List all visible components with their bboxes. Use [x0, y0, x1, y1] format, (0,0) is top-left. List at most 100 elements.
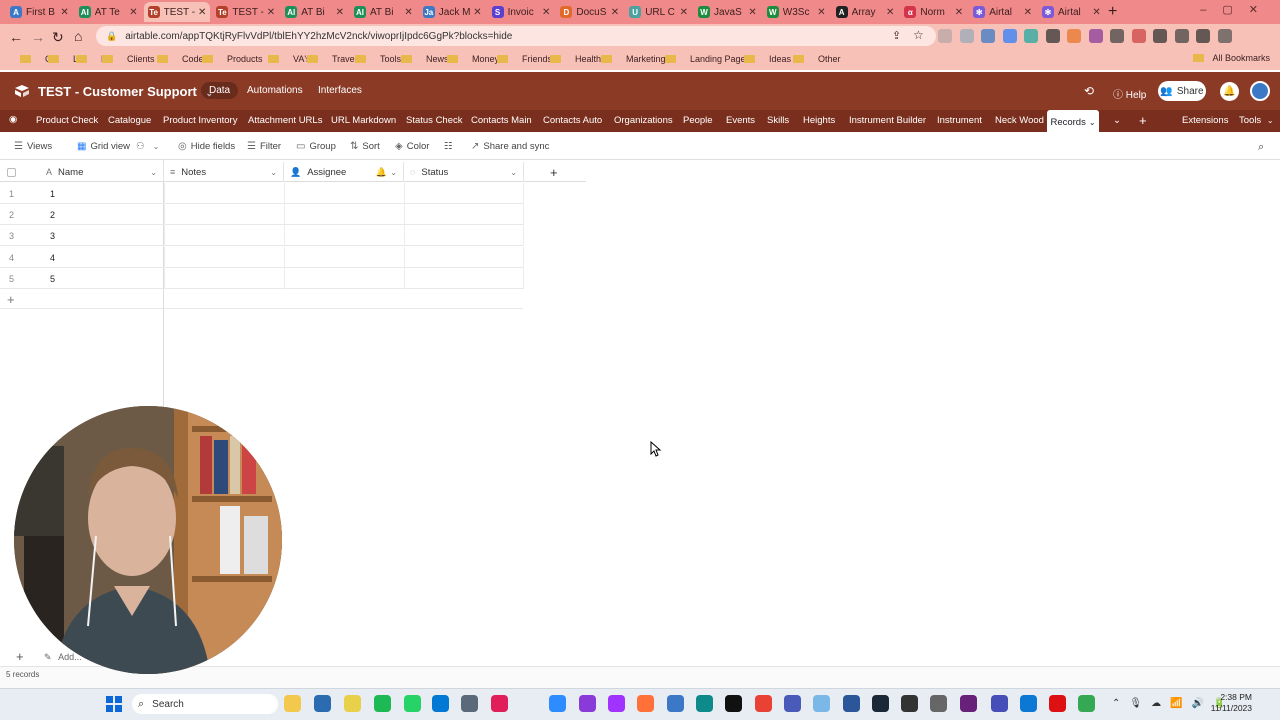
- table-tab[interactable]: Product Check: [36, 115, 98, 126]
- browser-extension-icon[interactable]: [1045, 29, 1060, 43]
- cloud-app-icon[interactable]: [813, 695, 830, 712]
- column-header-notes[interactable]: ≡ Notes ⌄: [164, 162, 284, 182]
- notifications-bell-icon[interactable]: 🔔: [1220, 82, 1239, 101]
- bookmark-folder[interactable]: Landing Pages: [665, 54, 750, 64]
- table-row[interactable]: 44: [0, 246, 524, 268]
- close-tab-icon[interactable]: ✕: [404, 7, 412, 18]
- table-tab[interactable]: People: [683, 115, 713, 126]
- nav-automations[interactable]: Automations: [247, 85, 303, 96]
- bookmark-folder[interactable]: Travel: [307, 54, 357, 64]
- browser-extension-icon[interactable]: [1110, 29, 1124, 43]
- spotify-icon[interactable]: [374, 695, 391, 712]
- window-controls[interactable]: –▢✕: [1200, 3, 1274, 16]
- bookmark-folder[interactable]: Money: [447, 54, 499, 64]
- vpn-shield-icon[interactable]: [930, 695, 947, 712]
- whatsapp-icon[interactable]: [404, 695, 421, 712]
- browser-extension-icon[interactable]: [1174, 29, 1189, 43]
- more-tables-chevron-icon[interactable]: ⌄: [1113, 115, 1121, 126]
- grid-view-switcher[interactable]: ▦ Grid view ⚇ ⌄: [77, 141, 159, 152]
- bookmark-folder[interactable]: Ideas: [744, 54, 791, 64]
- browser-tab[interactable]: U URL C ✕: [625, 2, 692, 22]
- close-tab-icon[interactable]: ✕: [1024, 7, 1032, 18]
- table-tab[interactable]: Instrument Builder: [849, 115, 926, 126]
- browser-extension-icon[interactable]: [1067, 29, 1081, 43]
- bookmark-folder[interactable]: Clients: [102, 54, 155, 64]
- browser-extension-icon[interactable]: [1131, 29, 1146, 43]
- podcast-icon[interactable]: [579, 695, 596, 712]
- nav-data[interactable]: Data: [201, 82, 239, 99]
- bookmark-folder[interactable]: Products: [202, 54, 263, 64]
- name-cell[interactable]: 1: [50, 189, 55, 199]
- address-bar[interactable]: 🔒 airtable.com/appTQKtjRyFlvVdPl/tblEhYY…: [96, 26, 936, 46]
- firefox-icon[interactable]: [637, 695, 654, 712]
- close-tab-icon[interactable]: ✕: [611, 7, 619, 18]
- zoom-icon[interactable]: [549, 695, 566, 712]
- browser-extension-icon[interactable]: [1002, 29, 1017, 43]
- windows-start-icon[interactable]: [106, 696, 122, 712]
- browser-tab[interactable]: AI AT Bi ✕: [350, 2, 417, 22]
- browser-extension-icon[interactable]: [959, 29, 974, 43]
- table-tab[interactable]: Neck Wood: [995, 115, 1044, 126]
- column-header-status[interactable]: ◌ Status ⌄: [404, 162, 524, 182]
- back-icon[interactable]: ←: [9, 29, 23, 45]
- bookmark-folder[interactable]: Health: [550, 54, 601, 64]
- browser-extension-icon[interactable]: [1217, 29, 1232, 43]
- browser-extension-icon[interactable]: [938, 29, 952, 43]
- group-button[interactable]: ▭ Group: [296, 141, 336, 152]
- extensions-button[interactable]: Extensions: [1182, 115, 1228, 126]
- browser-tab[interactable]: Te TEST - ✕: [143, 2, 211, 22]
- sticky-notes-icon[interactable]: [344, 695, 361, 712]
- close-tab-icon[interactable]: ✕: [129, 7, 137, 18]
- word-icon[interactable]: [843, 695, 860, 712]
- hide-fields-button[interactable]: ◎ Hide fields: [178, 141, 235, 152]
- name-cell[interactable]: 3: [50, 231, 55, 241]
- chrome-icon[interactable]: [755, 695, 772, 712]
- share-and-sync-button[interactable]: ↗ Share and sync: [471, 141, 549, 152]
- browser-extension-icon[interactable]: [1196, 29, 1210, 43]
- browser-tab[interactable]: α Norm ✕: [900, 2, 967, 22]
- taskbar-search[interactable]: ⌕ Search: [132, 694, 278, 714]
- column-header-assignee[interactable]: 👤 Assignee 🔔 ⌄: [284, 162, 404, 182]
- forward-icon[interactable]: →: [31, 29, 45, 45]
- table-row[interactable]: 22: [0, 204, 524, 226]
- close-tab-icon[interactable]: ✕: [955, 7, 963, 18]
- add-table-icon[interactable]: +: [1139, 113, 1147, 128]
- browser-tab[interactable]: S Invoic ✕: [488, 2, 555, 22]
- close-tab-icon[interactable]: ✕: [267, 7, 275, 18]
- airtable-logo-icon[interactable]: [14, 84, 30, 98]
- browser-tab[interactable]: A Array ✕: [832, 2, 899, 22]
- browser-tab[interactable]: W JavaS ✕: [694, 2, 761, 22]
- vpn-icon[interactable]: [667, 695, 684, 712]
- bookmark-folder[interactable]: Friends: [497, 54, 552, 64]
- name-cell[interactable]: 4: [50, 253, 55, 263]
- acrobat-icon[interactable]: [1049, 695, 1066, 712]
- table-row[interactable]: 33: [0, 225, 524, 247]
- file-explorer-icon[interactable]: [284, 695, 301, 712]
- tools-button[interactable]: Tools ⌄: [1239, 115, 1274, 126]
- add-column-button[interactable]: +: [550, 165, 558, 180]
- add-more-button[interactable]: ✎ Add...: [44, 652, 82, 663]
- table-row[interactable]: 11: [0, 183, 524, 204]
- bookmark-star-icon[interactable]: ☆: [913, 28, 924, 42]
- color-button[interactable]: ◈ Color: [395, 141, 429, 152]
- taskbar-clock[interactable]: 2:38 PM 11/11/2023: [1206, 692, 1252, 714]
- obs-icon[interactable]: [901, 695, 918, 712]
- share-page-icon[interactable]: ⇪: [892, 29, 901, 42]
- table-tab[interactable]: Heights: [803, 115, 835, 126]
- all-bookmarks-folder[interactable]: All Bookmarks: [1193, 53, 1270, 63]
- browser-extension-icon[interactable]: [981, 29, 995, 43]
- browser-tab[interactable]: ✻ Airtal ✕: [969, 2, 1036, 22]
- close-tab-icon[interactable]: ✕: [198, 7, 206, 18]
- bookmark-folder[interactable]: VA's: [268, 54, 311, 64]
- help-button[interactable]: ⓘ Help: [1113, 86, 1146, 101]
- bookmark-folder[interactable]: Code: [157, 54, 204, 64]
- table-tab[interactable]: Skills: [767, 115, 789, 126]
- steam-icon[interactable]: [872, 695, 889, 712]
- bookmark-folder[interactable]: Other: [793, 54, 841, 64]
- onedrive-icon[interactable]: [1020, 695, 1037, 712]
- browser-tab[interactable]: W W3Sc ✕: [763, 2, 830, 22]
- history-icon[interactable]: ⟲: [1084, 84, 1094, 98]
- chrome-profile-icon[interactable]: [1078, 695, 1095, 712]
- add-record-button[interactable]: +: [16, 649, 24, 664]
- capcut-icon[interactable]: [725, 695, 742, 712]
